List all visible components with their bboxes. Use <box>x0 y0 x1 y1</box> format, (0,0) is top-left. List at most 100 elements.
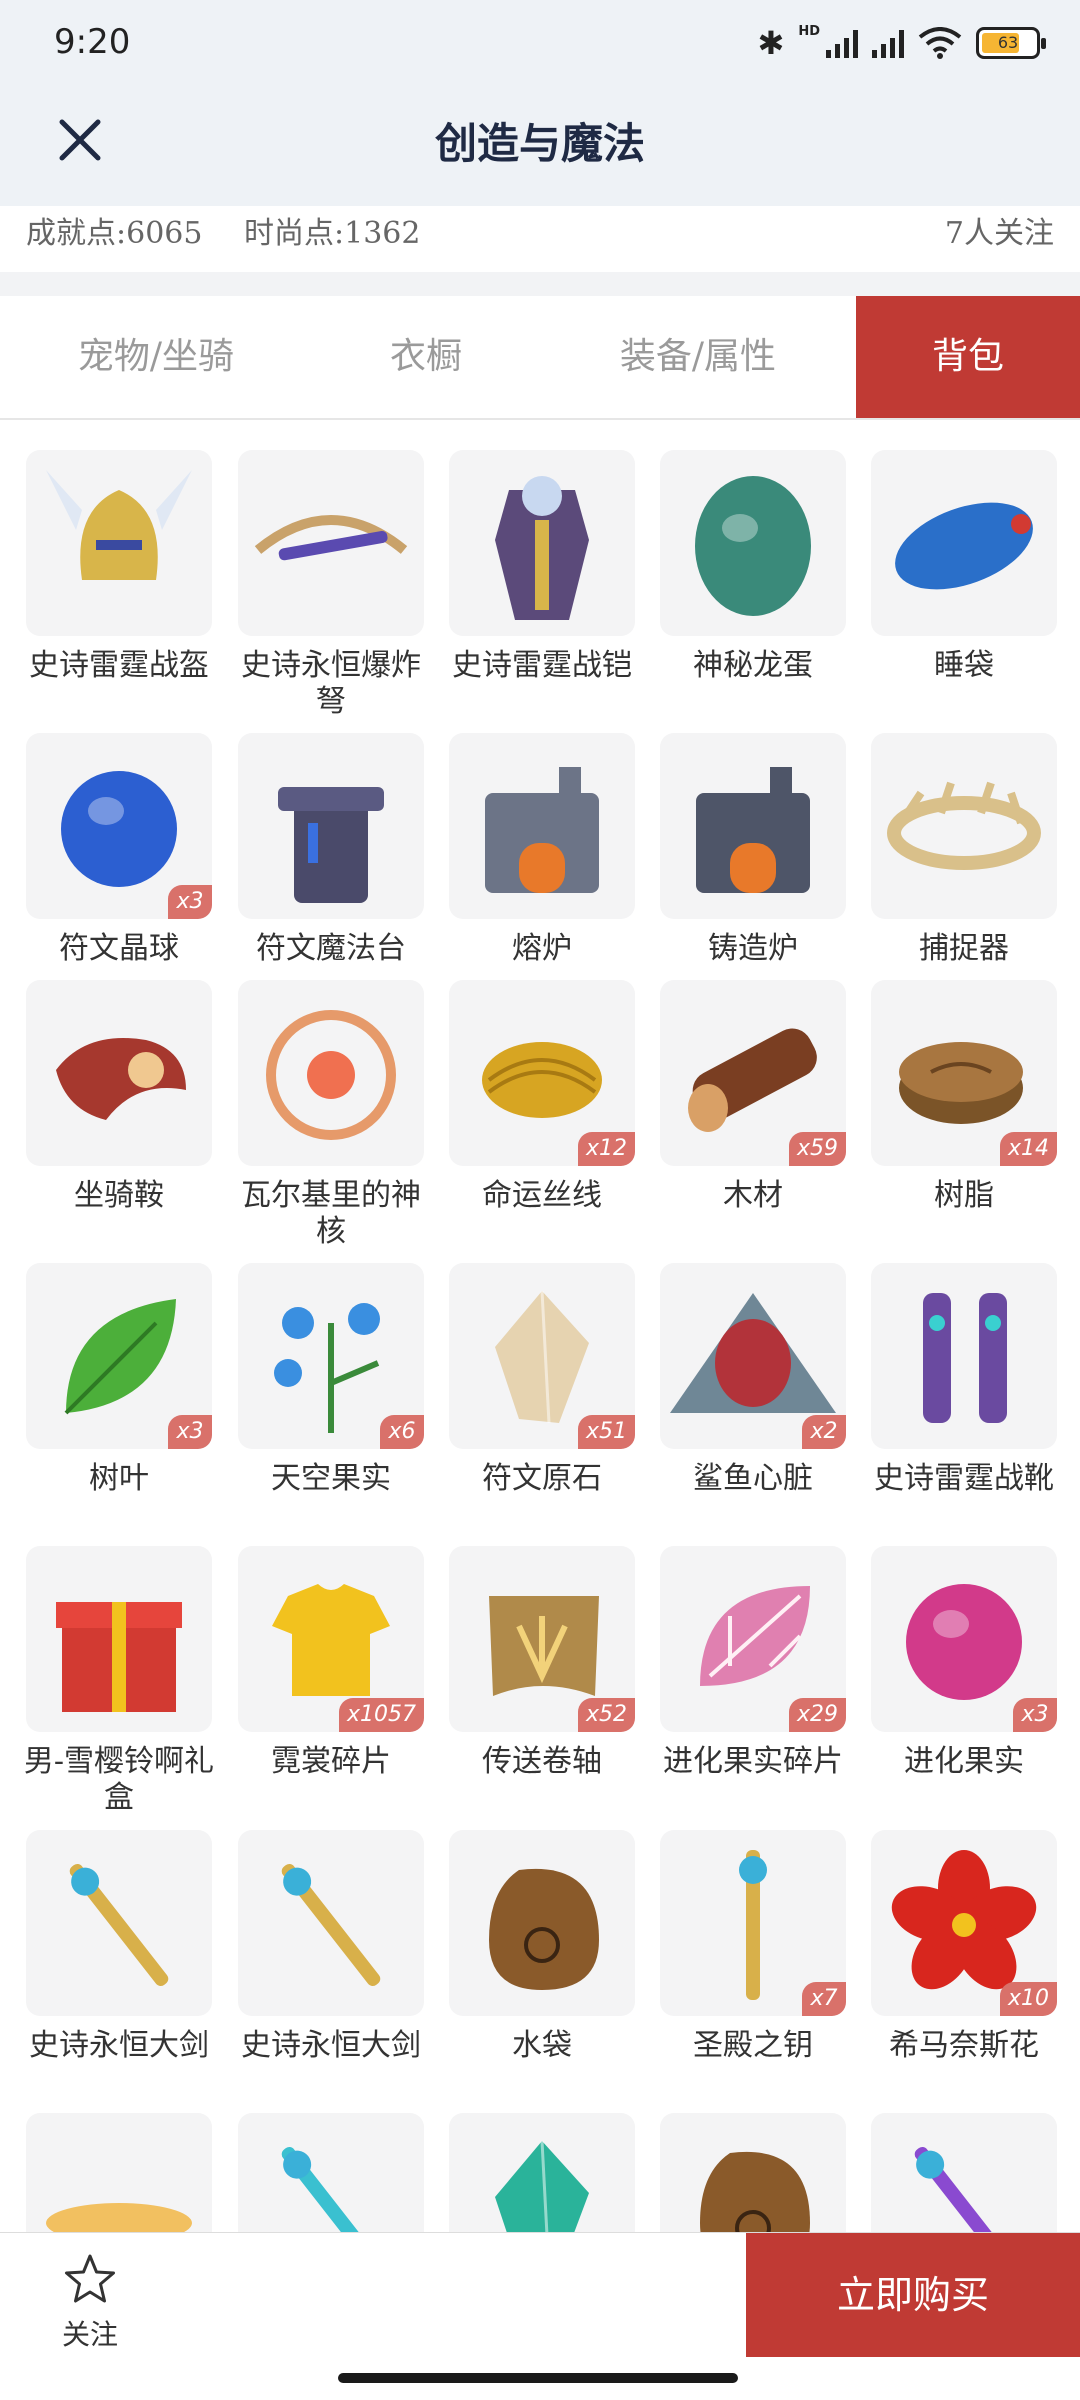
tab-equipment[interactable]: 装备/属性 <box>540 296 856 418</box>
follower-count: 7人关注 <box>944 216 1054 251</box>
inventory-item[interactable]: x10 希马奈斯花 <box>845 1830 1057 2110</box>
fashion-points: 时尚点:1362 <box>244 216 421 251</box>
item-thumbnail: x2 <box>660 1263 846 1449</box>
inventory-item[interactable]: x12 命运丝线 <box>423 980 635 1260</box>
inventory-item[interactable]: x3 进化果实 <box>845 1546 1057 1826</box>
inventory-item[interactable]: 史诗永恒大剑 <box>0 1830 212 2110</box>
inventory-item[interactable]: 史诗雷霆战铠 <box>423 450 635 730</box>
inventory-grid: 史诗雷霆战盔 史诗永恒爆炸弩 史诗雷霆战铠 神秘龙蛋 睡袋 x3 符文晶球 符文魔法台 熔炉 铸造… <box>0 420 1080 2232</box>
item-thumbnail <box>871 733 1057 919</box>
crossbow-icon <box>254 515 408 561</box>
item-name: 进化果实 <box>904 1744 1024 1779</box>
inventory-item[interactable]: 男-雪樱铃啊礼盒 <box>0 1546 214 1826</box>
tab-wardrobe[interactable]: 衣橱 <box>312 296 540 418</box>
item-thumbnail: x59 <box>660 980 846 1166</box>
follow-label: 关注 <box>61 2318 118 2351</box>
inventory-item[interactable]: x6 天空果实 <box>212 1263 424 1543</box>
inventory-item[interactable]: 史诗雷霆战盔 <box>0 450 212 730</box>
quantity-badge: x1057 <box>338 1698 424 1732</box>
item-thumbnail <box>26 450 212 636</box>
item-name: 传送卷轴 <box>482 1744 602 1779</box>
item-name: 史诗雷霆战靴 <box>874 1461 1054 1496</box>
inventory-item[interactable] <box>845 2113 1057 2232</box>
star-icon <box>65 2254 115 2303</box>
bottom-bar: 关注 立即购买 <box>0 2232 1080 2400</box>
inventory-item[interactable]: x2 鲨鱼心脏 <box>634 1263 846 1543</box>
inventory-item[interactable]: x14 树脂 <box>845 980 1057 1260</box>
item-name: 霓裳碎片 <box>271 1744 391 1779</box>
quantity-badge: x6 <box>380 1415 424 1449</box>
quantity-badge: x2 <box>802 1415 846 1449</box>
quantity-badge: x52 <box>577 1698 635 1732</box>
inventory-item[interactable] <box>634 2113 846 2232</box>
item-name: 符文魔法台 <box>256 931 406 966</box>
inventory-item[interactable] <box>212 2113 424 2232</box>
inventory-item[interactable]: x51 符文原石 <box>423 1263 635 1543</box>
status-bar: 9:20 ✱ HD 63 <box>0 0 1080 86</box>
water-bag-icon <box>700 2151 810 2232</box>
item-thumbnail: x7 <box>660 1830 846 2016</box>
inventory-item[interactable]: x1057 霓裳碎片 <box>212 1546 424 1826</box>
inventory-item[interactable]: x59 木材 <box>634 980 846 1260</box>
page-title: 创造与魔法 <box>434 119 645 168</box>
inventory-item[interactable]: 瓦尔基里的神核 <box>212 980 424 1260</box>
magic-staff-icon <box>914 2147 1014 2232</box>
inventory-item[interactable]: x3 符文晶球 <box>0 733 212 1013</box>
inventory-item[interactable] <box>423 2113 635 2232</box>
home-indicator[interactable] <box>338 2373 738 2383</box>
inventory-item[interactable]: x52 传送卷轴 <box>423 1546 635 1826</box>
armor-icon <box>495 476 589 620</box>
item-name: 铸造炉 <box>708 931 798 966</box>
item-name: 史诗永恒爆炸弩 <box>241 648 421 719</box>
inventory-item[interactable]: 符文魔法台 <box>212 733 424 1013</box>
inventory-item[interactable]: 铸造炉 <box>634 733 846 1013</box>
follow-button[interactable]: 关注 <box>50 2253 130 2353</box>
inventory-item[interactable]: 坐骑鞍 <box>0 980 212 1260</box>
item-name: 史诗永恒大剑 <box>29 2028 209 2063</box>
quantity-badge: x10 <box>999 1982 1057 2016</box>
item-name: 圣殿之钥 <box>693 2028 813 2063</box>
item-thumbnail: x1057 <box>238 1546 424 1732</box>
item-thumbnail: x3 <box>26 733 212 919</box>
quantity-badge: x14 <box>999 1132 1057 1166</box>
noodle-bowl-icon <box>46 2203 192 2232</box>
inventory-item[interactable]: 史诗永恒爆炸弩 <box>212 450 424 730</box>
item-name: 木材 <box>723 1178 783 1213</box>
inventory-item[interactable]: 捕捉器 <box>845 733 1057 1013</box>
item-name: 水袋 <box>512 2028 572 2063</box>
item-thumbnail <box>871 450 1057 636</box>
staff-icon <box>281 2147 381 2232</box>
tab-bar: 宠物/坐骑 衣橱 装备/属性 背包 <box>0 296 1080 420</box>
inventory-item[interactable]: 水袋 <box>423 1830 635 2110</box>
item-name: 进化果实碎片 <box>663 1744 843 1779</box>
item-thumbnail: x14 <box>871 980 1057 1166</box>
item-thumbnail: x3 <box>26 1263 212 1449</box>
quantity-badge: x3 <box>1013 1698 1057 1732</box>
item-thumbnail <box>238 980 424 1166</box>
item-thumbnail <box>660 733 846 919</box>
wifi-icon <box>918 27 962 59</box>
tab-backpack[interactable]: 背包 <box>856 296 1080 418</box>
inventory-item[interactable]: x7 圣殿之钥 <box>634 1830 846 2110</box>
inventory-item[interactable]: 熔炉 <box>423 733 635 1013</box>
item-thumbnail: x10 <box>871 1830 1057 2016</box>
epic-helmet-icon <box>46 470 192 580</box>
inventory-item[interactable]: 神秘龙蛋 <box>634 450 846 730</box>
trap-icon <box>887 781 1041 870</box>
inventory-item[interactable]: 史诗永恒大剑 <box>212 1830 424 2110</box>
item-name: 史诗雷霆战铠 <box>452 648 632 683</box>
inventory-item[interactable]: 史诗雷霆战靴 <box>845 1263 1057 1543</box>
quantity-badge: x3 <box>168 1415 212 1449</box>
quantity-badge: x7 <box>802 1982 846 2016</box>
achievement-points: 成就点:6065 <box>26 216 203 251</box>
item-thumbnail: x6 <box>238 1263 424 1449</box>
inventory-item[interactable] <box>0 2113 212 2232</box>
inventory-item[interactable]: 睡袋 <box>845 450 1057 730</box>
tab-pets-mounts[interactable]: 宠物/坐骑 <box>0 296 312 418</box>
buy-now-button[interactable]: 立即购买 <box>746 2233 1080 2357</box>
hd-label: HD <box>798 24 820 39</box>
inventory-item[interactable]: x29 进化果实碎片 <box>634 1546 846 1826</box>
inventory-item[interactable]: x3 树叶 <box>0 1263 212 1543</box>
item-thumbnail <box>26 1546 212 1732</box>
item-thumbnail: x12 <box>449 980 635 1166</box>
